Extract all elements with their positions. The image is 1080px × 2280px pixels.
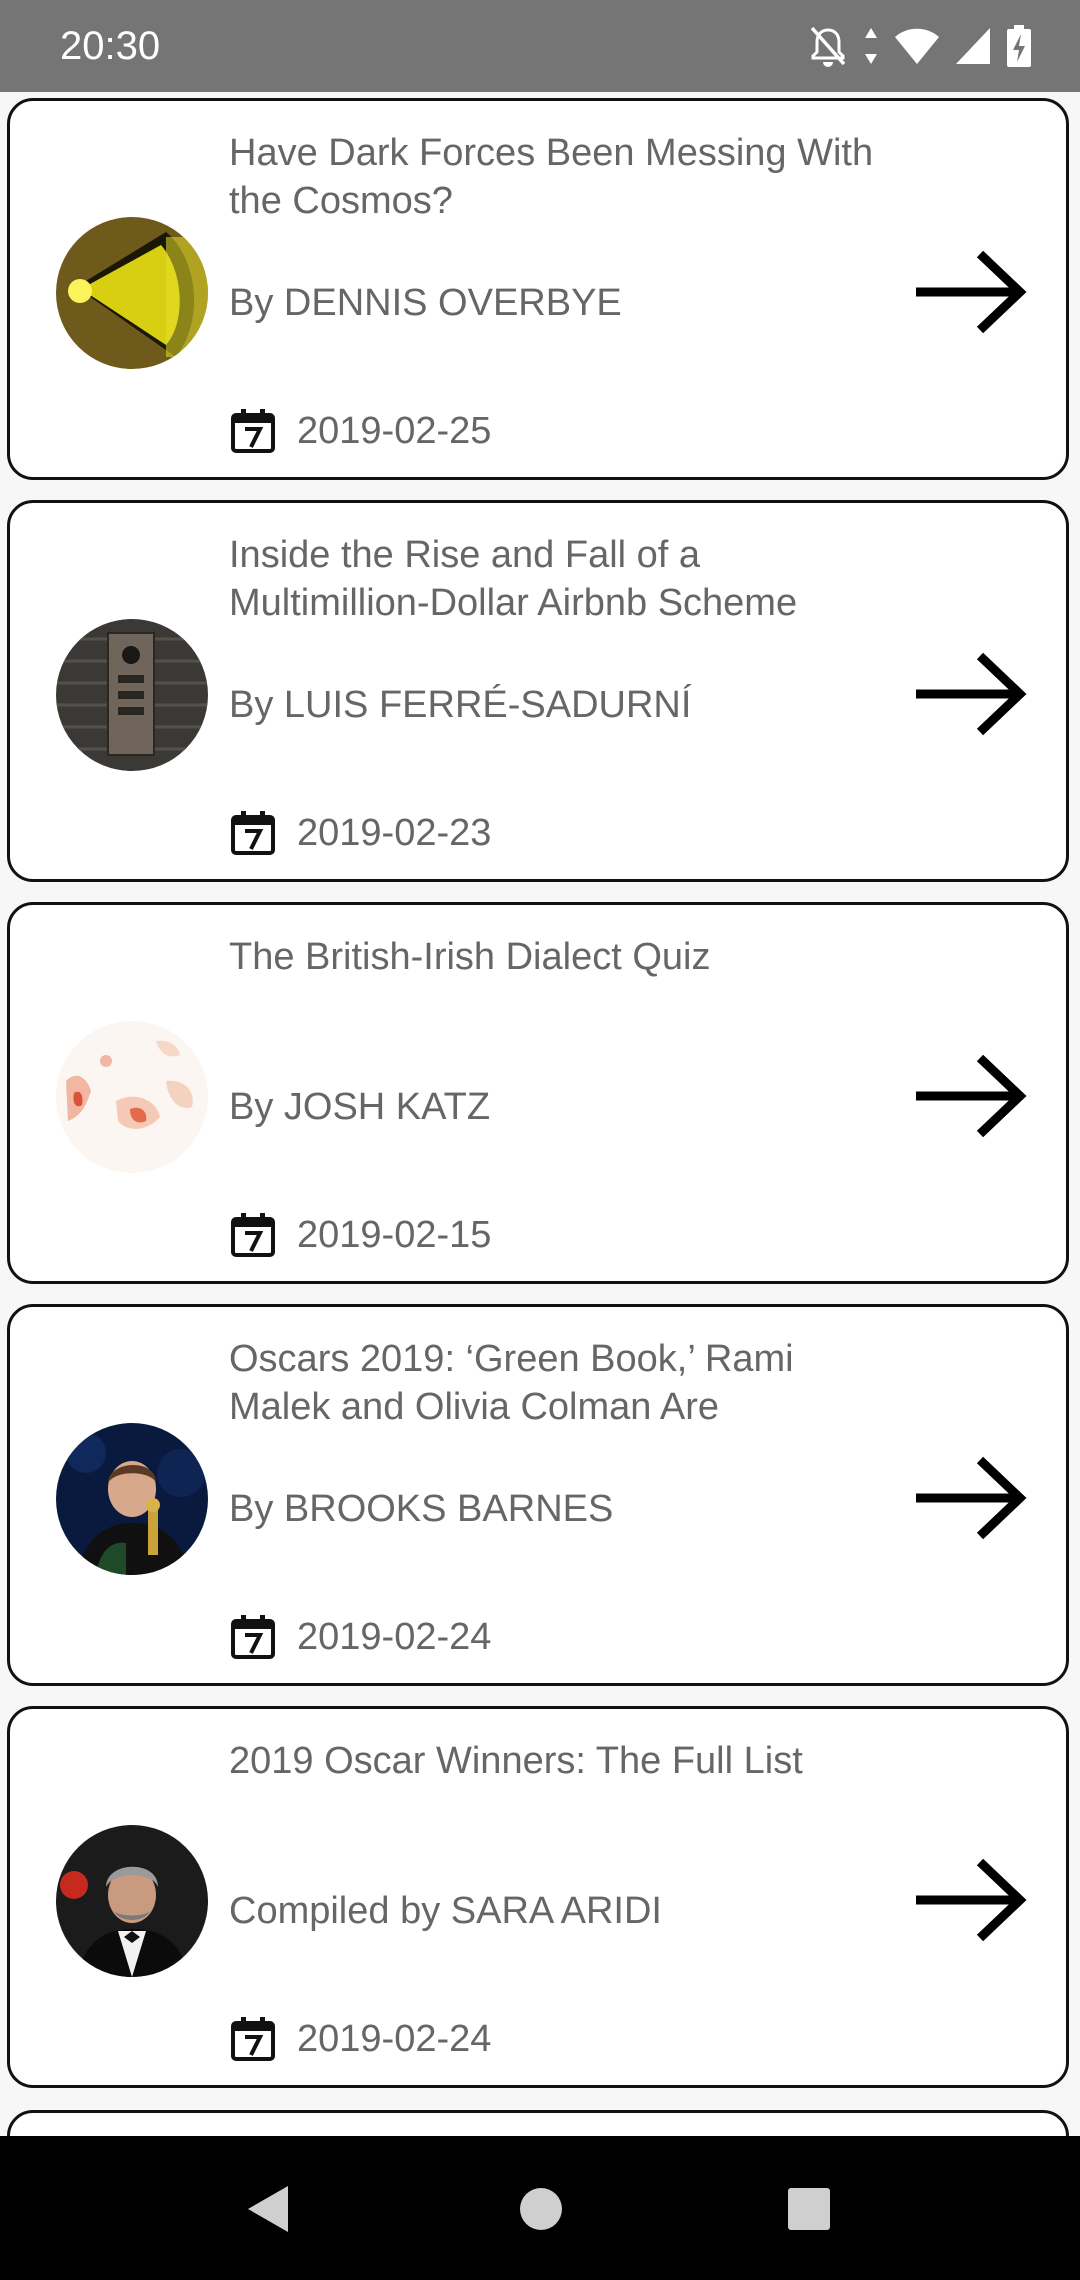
article-title: Have Dark Forces Been Messing With the C…	[229, 132, 874, 222]
article-date-row: 2019-02-25	[229, 406, 491, 456]
article-card[interactable]: The British-Irish Dialect Quiz By JOSH K…	[7, 902, 1069, 1284]
battery-charging-icon	[1006, 24, 1032, 68]
article-byline: By DENNIS OVERBYE	[229, 282, 622, 324]
arrow-right-icon[interactable]	[912, 246, 1030, 338]
arrow-right-icon[interactable]	[912, 1452, 1030, 1544]
article-byline: Compiled by SARA ARIDI	[229, 1890, 662, 1932]
article-thumbnail	[56, 1423, 208, 1575]
article-date-row: 2019-02-15	[229, 1210, 491, 1260]
article-card[interactable]: 2019 Oscar Winners: The Full List Compil…	[7, 1706, 1069, 2088]
article-date-row: 2019-02-24	[229, 2014, 491, 2064]
article-list[interactable]: Have Dark Forces Been Messing With the C…	[0, 92, 1080, 2136]
article-title: 2019 Oscar Winners: The Full List	[229, 1740, 803, 1782]
arrow-right-icon[interactable]	[912, 1854, 1030, 1946]
article-thumbnail	[56, 619, 208, 771]
status-icons	[808, 24, 1032, 68]
calendar-icon	[229, 1211, 277, 1259]
system-navigation-bar	[0, 2136, 1080, 2280]
cellular-signal-icon	[954, 26, 992, 66]
article-date: 2019-02-23	[297, 812, 492, 854]
calendar-icon	[229, 1613, 277, 1661]
arrow-right-icon[interactable]	[912, 648, 1030, 740]
status-bar: 20:30	[0, 0, 1080, 92]
article-thumbnail	[56, 1021, 208, 1173]
article-thumbnail	[56, 1825, 208, 1977]
calendar-icon	[229, 2015, 277, 2063]
status-time: 20:30	[60, 24, 161, 68]
article-date: 2019-02-15	[297, 1214, 492, 1256]
article-byline: By BROOKS BARNES	[229, 1488, 614, 1530]
recents-icon[interactable]	[786, 2186, 832, 2232]
article-title: Oscars 2019: ‘Green Book,’ Rami Malek an…	[229, 1338, 794, 1428]
article-card[interactable]: Oscars 2019: ‘Green Book,’ Rami Malek an…	[7, 1304, 1069, 1686]
article-date-row: 2019-02-24	[229, 1612, 491, 1662]
calendar-icon	[229, 407, 277, 455]
article-date: 2019-02-24	[297, 2018, 492, 2060]
data-arrows-icon	[862, 24, 880, 68]
home-icon[interactable]	[518, 2186, 564, 2232]
wifi-icon	[894, 26, 940, 66]
article-thumbnail	[56, 217, 208, 369]
article-title: The British-Irish Dialect Quiz	[229, 936, 711, 978]
article-card[interactable]: Inside the Rise and Fall of a Multimilli…	[7, 500, 1069, 882]
article-date-row: 2019-02-23	[229, 808, 491, 858]
article-byline: By JOSH KATZ	[229, 1086, 491, 1128]
calendar-icon	[229, 809, 277, 857]
arrow-right-icon[interactable]	[912, 1050, 1030, 1142]
article-byline: By LUIS FERRÉ-SADURNÍ	[229, 684, 692, 726]
article-date: 2019-02-25	[297, 410, 492, 452]
article-title: Inside the Rise and Fall of a Multimilli…	[229, 534, 798, 624]
article-card-partial[interactable]	[7, 2110, 1069, 2136]
article-date: 2019-02-24	[297, 1616, 492, 1658]
notifications-off-icon	[808, 24, 848, 68]
article-card[interactable]: Have Dark Forces Been Messing With the C…	[7, 98, 1069, 480]
back-icon[interactable]	[244, 2184, 290, 2234]
